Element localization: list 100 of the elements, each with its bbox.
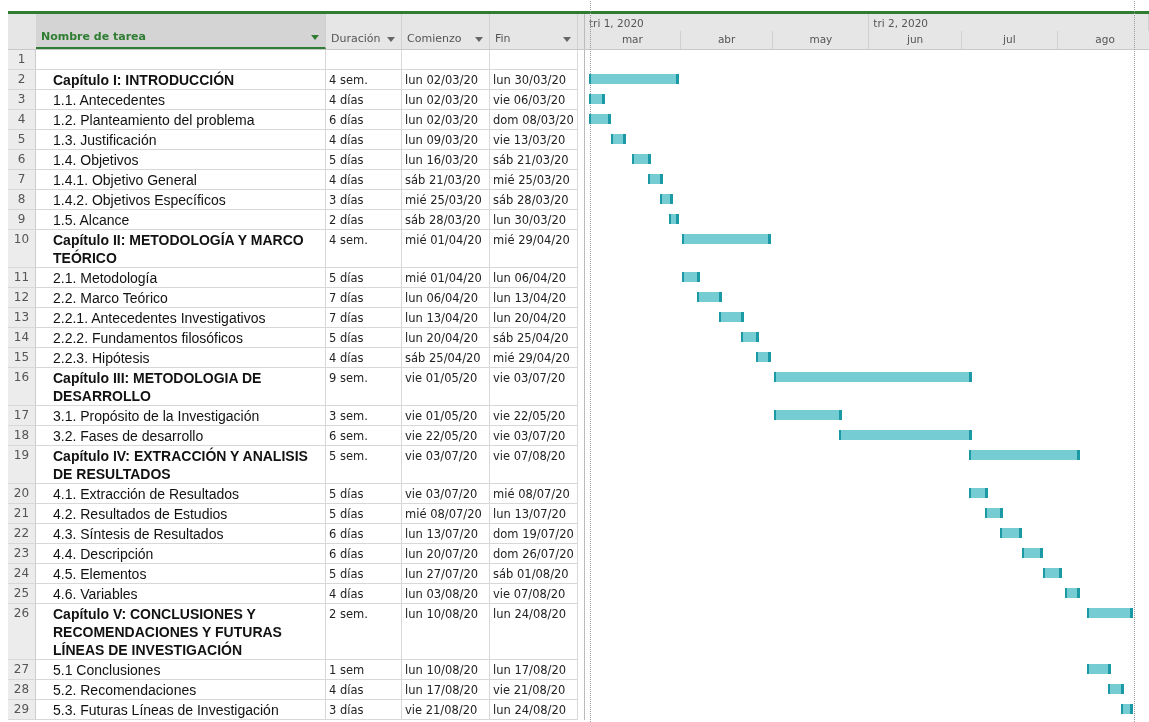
- gantt-bar[interactable]: [718, 312, 744, 322]
- task-name: 4.4. Descripción: [36, 544, 326, 564]
- gantt-bar[interactable]: [632, 154, 651, 164]
- dropdown-caret-icon[interactable]: [475, 37, 483, 42]
- column-header[interactable]: Duración: [326, 14, 402, 49]
- duration-cell: 6 días: [326, 544, 402, 564]
- gantt-bar[interactable]: [669, 214, 679, 224]
- start-date-cell: lun 03/08/20: [402, 584, 490, 604]
- row-number: 13: [8, 308, 36, 328]
- row-number: 7: [8, 170, 36, 190]
- gantt-bar[interactable]: [610, 134, 627, 144]
- finish-date-cell: lun 17/08/20: [490, 660, 578, 680]
- finish-date-cell: lun 20/04/20: [490, 308, 578, 328]
- gantt-bar[interactable]: [1108, 684, 1124, 694]
- finish-date-cell: vie 13/03/20: [490, 130, 578, 150]
- gantt-bar[interactable]: [740, 332, 760, 342]
- gantt-bar[interactable]: [1000, 528, 1022, 538]
- dropdown-caret-icon[interactable]: [563, 37, 571, 42]
- column-header[interactable]: Fin: [490, 14, 578, 49]
- gantt-bar[interactable]: [969, 450, 1081, 460]
- start-date-cell: mié 01/04/20: [402, 268, 490, 288]
- finish-date-cell: vie 06/03/20: [490, 90, 578, 110]
- task-name: 1.5. Alcance: [36, 210, 326, 230]
- column-header[interactable]: Nombre de tarea: [36, 14, 326, 49]
- duration-cell: 2 días: [326, 210, 402, 230]
- row-number: 16: [8, 368, 36, 406]
- start-date-cell: lun 20/04/20: [402, 328, 490, 348]
- gantt-bar[interactable]: [1021, 548, 1044, 558]
- task-name: 1.4. Objetivos: [36, 150, 326, 170]
- gantt-bar[interactable]: [839, 430, 973, 440]
- row-number: 14: [8, 328, 36, 348]
- start-date-cell: lun 10/08/20: [402, 604, 490, 660]
- gantt-bar[interactable]: [1043, 568, 1062, 578]
- column-header[interactable]: Comienzo: [402, 14, 490, 49]
- gantt-bar[interactable]: [1064, 588, 1081, 598]
- finish-date-cell: lun 30/03/20: [490, 70, 578, 90]
- gantt-bar[interactable]: [647, 174, 664, 184]
- gantt-bar[interactable]: [1086, 608, 1133, 618]
- gantt-bar[interactable]: [589, 74, 679, 84]
- finish-date-cell: vie 03/07/20: [490, 426, 578, 446]
- row-number: 25: [8, 584, 36, 604]
- duration-cell: 6 sem.: [326, 426, 402, 446]
- finish-date-cell: sáb 01/08/20: [490, 564, 578, 584]
- month-label: may: [773, 31, 870, 49]
- finish-date-cell: dom 26/07/20: [490, 544, 578, 564]
- start-date-cell: vie 22/05/20: [402, 426, 490, 446]
- gantt-bar[interactable]: [969, 488, 988, 498]
- task-name: 3.2. Fases de desarrollo: [36, 426, 326, 446]
- row-number: 2: [8, 70, 36, 90]
- start-date-cell: lun 27/07/20: [402, 564, 490, 584]
- task-name: 4.1. Extracción de Resultados: [36, 484, 326, 504]
- gantt-bar[interactable]: [1120, 704, 1133, 714]
- gantt-bar[interactable]: [774, 372, 973, 382]
- start-date-cell: lun 02/03/20: [402, 90, 490, 110]
- start-date-cell: lun 06/04/20: [402, 288, 490, 308]
- task-name: 5.3. Futuras Líneas de Investigación: [36, 700, 326, 720]
- row-number: 15: [8, 348, 36, 368]
- start-date-cell: sáb 21/03/20: [402, 170, 490, 190]
- finish-date-cell: lun 13/04/20: [490, 288, 578, 308]
- row-number: 9: [8, 210, 36, 230]
- finish-date-cell: vie 07/08/20: [490, 446, 578, 484]
- gantt-bar[interactable]: [681, 234, 772, 244]
- duration-cell: 4 días: [326, 348, 402, 368]
- finish-date-cell: sáb 21/03/20: [490, 150, 578, 170]
- gantt-bar[interactable]: [984, 508, 1004, 518]
- finish-date-cell: vie 22/05/20: [490, 406, 578, 426]
- task-name: 4.3. Síntesis de Resultados: [36, 524, 326, 544]
- gantt-bar[interactable]: [681, 272, 701, 282]
- gantt-bar[interactable]: [697, 292, 722, 302]
- task-name: Capítulo I: INTRODUCCIÓN: [36, 70, 326, 90]
- dropdown-caret-icon[interactable]: [387, 37, 395, 42]
- duration-cell: 3 días: [326, 700, 402, 720]
- start-date-cell: vie 01/05/20: [402, 406, 490, 426]
- row-number: 20: [8, 484, 36, 504]
- row-number: 1: [8, 50, 36, 70]
- gantt-bar[interactable]: [589, 114, 611, 124]
- finish-date-cell: dom 19/07/20: [490, 524, 578, 544]
- gantt-bar[interactable]: [755, 352, 772, 362]
- row-number: 19: [8, 446, 36, 484]
- task-name: Capítulo III: METODOLOGIA DE DESARROLLO: [36, 368, 326, 406]
- gantt-bar[interactable]: [774, 410, 843, 420]
- gantt-bar[interactable]: [660, 194, 673, 204]
- month-label: abr: [680, 31, 774, 49]
- gantt-bar[interactable]: [1086, 664, 1112, 674]
- row-number: 21: [8, 504, 36, 524]
- task-name: 1.4.2. Objetivos Específicos: [36, 190, 326, 210]
- row-number: 29: [8, 700, 36, 720]
- finish-date-cell: mié 29/04/20: [490, 348, 578, 368]
- row-number: 17: [8, 406, 36, 426]
- duration-cell: 5 días: [326, 564, 402, 584]
- finish-date-cell: lun 30/03/20: [490, 210, 578, 230]
- start-date-cell: vie 21/08/20: [402, 700, 490, 720]
- start-date-cell: sáb 28/03/20: [402, 210, 490, 230]
- duration-cell: 5 días: [326, 150, 402, 170]
- task-name: 1.4.1. Objetivo General: [36, 170, 326, 190]
- task-name: Capítulo II: METODOLOGÍA Y MARCO TEÓRICO: [36, 230, 326, 268]
- dropdown-caret-icon[interactable]: [311, 35, 319, 40]
- gantt-bar[interactable]: [589, 94, 605, 104]
- row-number: 11: [8, 268, 36, 288]
- duration-cell: 4 sem.: [326, 230, 402, 268]
